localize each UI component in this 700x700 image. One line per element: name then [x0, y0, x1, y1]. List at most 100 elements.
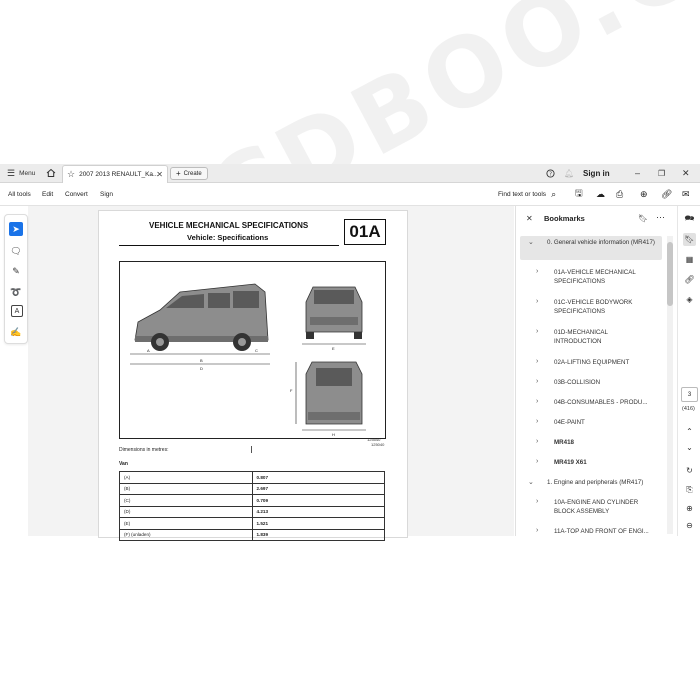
highlight-pen-icon[interactable]: ✎	[9, 264, 23, 278]
chevron-right-icon[interactable]: ›	[536, 418, 538, 425]
more-options-icon[interactable]: ⋯	[656, 212, 665, 223]
find-tools[interactable]: Find text or tools ⌕	[498, 183, 556, 205]
restore-icon[interactable]: ❐	[658, 164, 665, 182]
bookmark-add-icon[interactable]: 🔖︎	[638, 214, 648, 223]
bookmark-label: 02A-LIFTING EQUIPMENT	[554, 359, 630, 366]
home-icon	[46, 168, 56, 177]
dimension-value: 1.839	[251, 528, 385, 541]
sign-stamp-icon[interactable]: ✍	[9, 325, 23, 339]
thumbnails-icon[interactable]: ▦	[683, 253, 696, 266]
bookmark-item[interactable]: › MR419 X61	[520, 456, 662, 470]
bookmark-label: 1. Engine and peripherals (MR417)	[547, 479, 644, 486]
cloud-upload-icon[interactable]: ☁︎	[596, 183, 605, 205]
bookmarks-panel-icon[interactable]: 🔖︎	[683, 233, 696, 246]
chevron-right-icon[interactable]: ›	[536, 378, 538, 385]
plus-icon: +	[176, 169, 181, 178]
page-up-icon[interactable]: ⌃	[683, 425, 696, 438]
bookmark-item[interactable]: ⌄ 0. General vehicle information (MR417)	[520, 236, 662, 260]
chevron-down-icon[interactable]: ⌄	[528, 478, 534, 486]
chevron-right-icon[interactable]: ›	[536, 268, 538, 275]
zoom-out-icon[interactable]: ⊖	[683, 519, 696, 532]
close-panel-icon[interactable]: ✕	[526, 214, 533, 223]
bookmark-item[interactable]: › 04E-PAINT	[520, 416, 662, 430]
bookmark-item[interactable]: › 10A-ENGINE AND CYLINDER BLOCK ASSEMBLY	[520, 496, 662, 520]
chevron-right-icon[interactable]: ›	[536, 358, 538, 365]
section-code-box: 01A	[344, 219, 386, 245]
tab-title: 2007 2013 RENAULT_Ka...	[79, 171, 159, 178]
bookmark-label: 04B-CONSUMABLES - PRODU...	[554, 399, 648, 406]
bookmark-item[interactable]: › 01D-MECHANICAL INTRODUCTION	[520, 326, 662, 350]
chevron-right-icon[interactable]: ›	[536, 527, 538, 534]
bell-icon[interactable]: 🔔︎	[564, 164, 574, 182]
bookmark-item[interactable]: › 04B-CONSUMABLES - PRODU...	[520, 396, 662, 410]
hamburger-icon: ☰	[7, 167, 16, 178]
text-cursor	[251, 446, 252, 453]
create-button[interactable]: + Create	[170, 167, 208, 180]
document-tab[interactable]: ☆ 2007 2013 RENAULT_Ka... ✕	[62, 165, 168, 183]
lasso-draw-icon[interactable]: ➰	[9, 285, 23, 299]
print-icon[interactable]: ⎙	[616, 183, 623, 205]
minimize-icon[interactable]: –	[635, 164, 640, 182]
bookmark-item[interactable]: › 01C-VEHICLE BODYWORK SPECIFICATIONS	[520, 296, 662, 320]
chevron-right-icon[interactable]: ›	[536, 458, 538, 465]
home-button[interactable]	[46, 164, 56, 182]
dimension-value: 4.213	[251, 505, 385, 518]
chevron-right-icon[interactable]: ›	[536, 498, 538, 505]
chevron-down-icon[interactable]: ⌄	[528, 238, 534, 246]
link-icon[interactable]: 🔗︎	[661, 183, 672, 205]
zoom-in-icon[interactable]: ⊕	[683, 502, 696, 515]
fit-page-icon[interactable]: ⎘	[683, 483, 696, 496]
chevron-right-icon[interactable]: ›	[536, 298, 538, 305]
menu-button[interactable]: ☰ Menu	[7, 164, 35, 182]
quick-tools-bar: ➤ 🗨︎ ✎ ➰ A ✍	[4, 214, 28, 344]
save-icon[interactable]: 🖫︎	[575, 183, 583, 205]
svg-text:D: D	[200, 366, 203, 371]
close-window-icon[interactable]: ✕	[682, 164, 690, 182]
bookmark-item[interactable]: › 01A-VEHICLE MECHANICAL SPECIFICATIONS	[520, 266, 662, 290]
menu-sign[interactable]: Sign	[100, 183, 113, 205]
layers-icon[interactable]: ◈	[683, 293, 696, 306]
bookmark-label: 01A-VEHICLE MECHANICAL SPECIFICATIONS	[554, 269, 636, 285]
dimension-value: 0.807	[251, 471, 385, 484]
help-icon[interactable]: ?	[546, 164, 555, 182]
bookmark-item[interactable]: › 02A-LIFTING EQUIPMENT	[520, 356, 662, 370]
table-label: Van	[119, 461, 128, 467]
close-tab-icon[interactable]: ✕	[156, 170, 163, 179]
search-icon: ⌕	[551, 188, 557, 199]
rotate-icon[interactable]: ↻	[683, 464, 696, 477]
chevron-right-icon[interactable]: ›	[536, 398, 538, 405]
bookmarks-scrollbar[interactable]	[667, 236, 673, 534]
menu-convert[interactable]: Convert	[65, 183, 88, 205]
scrollbar-thumb[interactable]	[667, 242, 673, 306]
page-number-input[interactable]: 3	[681, 387, 698, 402]
right-rail: 🗪︎ 🔖︎ ▦ 🔗︎ ◈ 3 (416) ⌃ ⌄ ↻ ⎘ ⊕ ⊖	[677, 206, 700, 536]
chevron-right-icon[interactable]: ›	[536, 438, 538, 445]
comment-tool-icon[interactable]: 🗨︎	[9, 244, 23, 258]
text-box-icon[interactable]: A	[11, 305, 23, 317]
svg-text:H: H	[332, 432, 335, 437]
select-tool-icon[interactable]: ➤	[9, 222, 23, 236]
comments-panel-icon[interactable]: 🗪︎	[683, 213, 696, 226]
table-row: (D) 4.213	[119, 505, 385, 518]
page-down-icon[interactable]: ⌄	[683, 441, 696, 454]
menu-edit[interactable]: Edit	[42, 183, 53, 205]
attachments-icon[interactable]: 🔗︎	[683, 273, 696, 286]
star-icon[interactable]: ☆	[67, 169, 75, 180]
menu-bar: All tools Edit Convert Sign Find text or…	[0, 183, 700, 206]
menu-all-tools[interactable]: All tools	[8, 183, 31, 205]
bookmark-label: 0. General vehicle information (MR417)	[547, 239, 655, 246]
bookmark-item[interactable]: › MR418	[520, 436, 662, 450]
sign-in-button[interactable]: Sign in	[583, 164, 610, 182]
bookmark-item[interactable]: ⌄ 1. Engine and peripherals (MR417)	[520, 476, 662, 490]
chevron-right-icon[interactable]: ›	[536, 328, 538, 335]
dimension-label: (C)	[119, 494, 253, 507]
mail-icon[interactable]: ✉	[682, 183, 690, 205]
search-doc-icon[interactable]: ⊕	[640, 183, 648, 205]
svg-text:B: B	[200, 358, 203, 363]
dimensions-caption: Dimensions in metres:	[119, 447, 169, 453]
bookmark-label: 11A-TOP AND FRONT OF ENGI...	[554, 528, 649, 535]
menu-label: Menu	[19, 169, 36, 177]
bookmarks-title: Bookmarks	[544, 214, 585, 223]
bookmark-item[interactable]: › 11A-TOP AND FRONT OF ENGI...	[520, 525, 662, 539]
bookmark-item[interactable]: › 03B-COLLISION	[520, 376, 662, 390]
